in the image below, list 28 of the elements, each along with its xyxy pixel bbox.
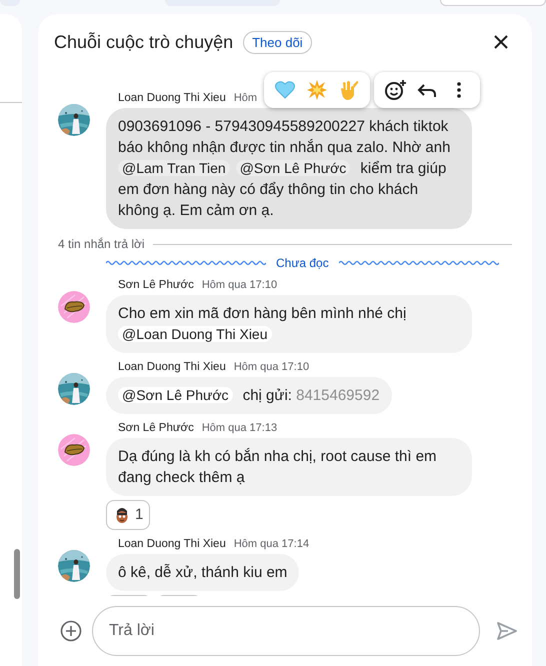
- message-bubble: ô kê, dễ xử, thánh kiu em: [106, 554, 300, 591]
- message-bubble: @Sơn Lê Phước chị gửi: 8415469592: [106, 377, 392, 414]
- add-icon[interactable]: [60, 620, 82, 642]
- avatar-icon: [58, 434, 90, 466]
- message-bubble: Dạ đúng là kh có bắn nha chị, root cause thì em đang check thêm ạ: [106, 438, 472, 496]
- author-name: Loan Duong Thi Xieu: [118, 91, 226, 106]
- message-time: Hôm: [234, 91, 258, 106]
- unread-label: Chưa đọc: [276, 255, 329, 272]
- author-name: Sơn Lê Phước: [118, 421, 194, 436]
- send-icon[interactable]: [496, 620, 518, 642]
- follow-button[interactable]: Theo dõi: [243, 30, 312, 54]
- message-bubble: 0903691096 - 579430945589200227 khách tiktok báo không nhận được tin nhắn qua zalo. Nhờ anh @Lam Tran Tien @Sơn Lê Phước kiểm tra giúp em đơn hàng này có đẩy thông tin cho khách không ạ. Em cảm ơn ạ.: [106, 108, 472, 229]
- add-emoji-icon[interactable]: [384, 79, 406, 101]
- message-time: Hôm qua 17:10: [202, 278, 278, 293]
- reply-field[interactable]: Trả lời: [92, 606, 480, 656]
- message-bubble: Cho em xin mã đơn hàng bên mình nhé chị @Loan Duong Thi Xieu: [106, 295, 472, 353]
- author-name: Sơn Lê Phước: [118, 278, 194, 293]
- author-name: Loan Duong Thi Xieu: [118, 360, 226, 375]
- author-name: Loan Duong Thi Xieu: [118, 537, 226, 552]
- reaction-chip[interactable]: 1: [106, 500, 150, 530]
- close-icon: [494, 35, 508, 49]
- panel-title: Chuỗi cuộc trò chuyện: [54, 30, 234, 54]
- avatar-icon: [58, 291, 90, 323]
- scrollbar[interactable]: [14, 549, 20, 599]
- message-time: Hôm qua 17:13: [202, 421, 278, 436]
- message-time: Hôm qua 17:14: [234, 537, 310, 552]
- reply-count: 4 tin nhắn trả lời: [58, 236, 145, 253]
- message-time: Hôm qua 17:10: [234, 360, 310, 375]
